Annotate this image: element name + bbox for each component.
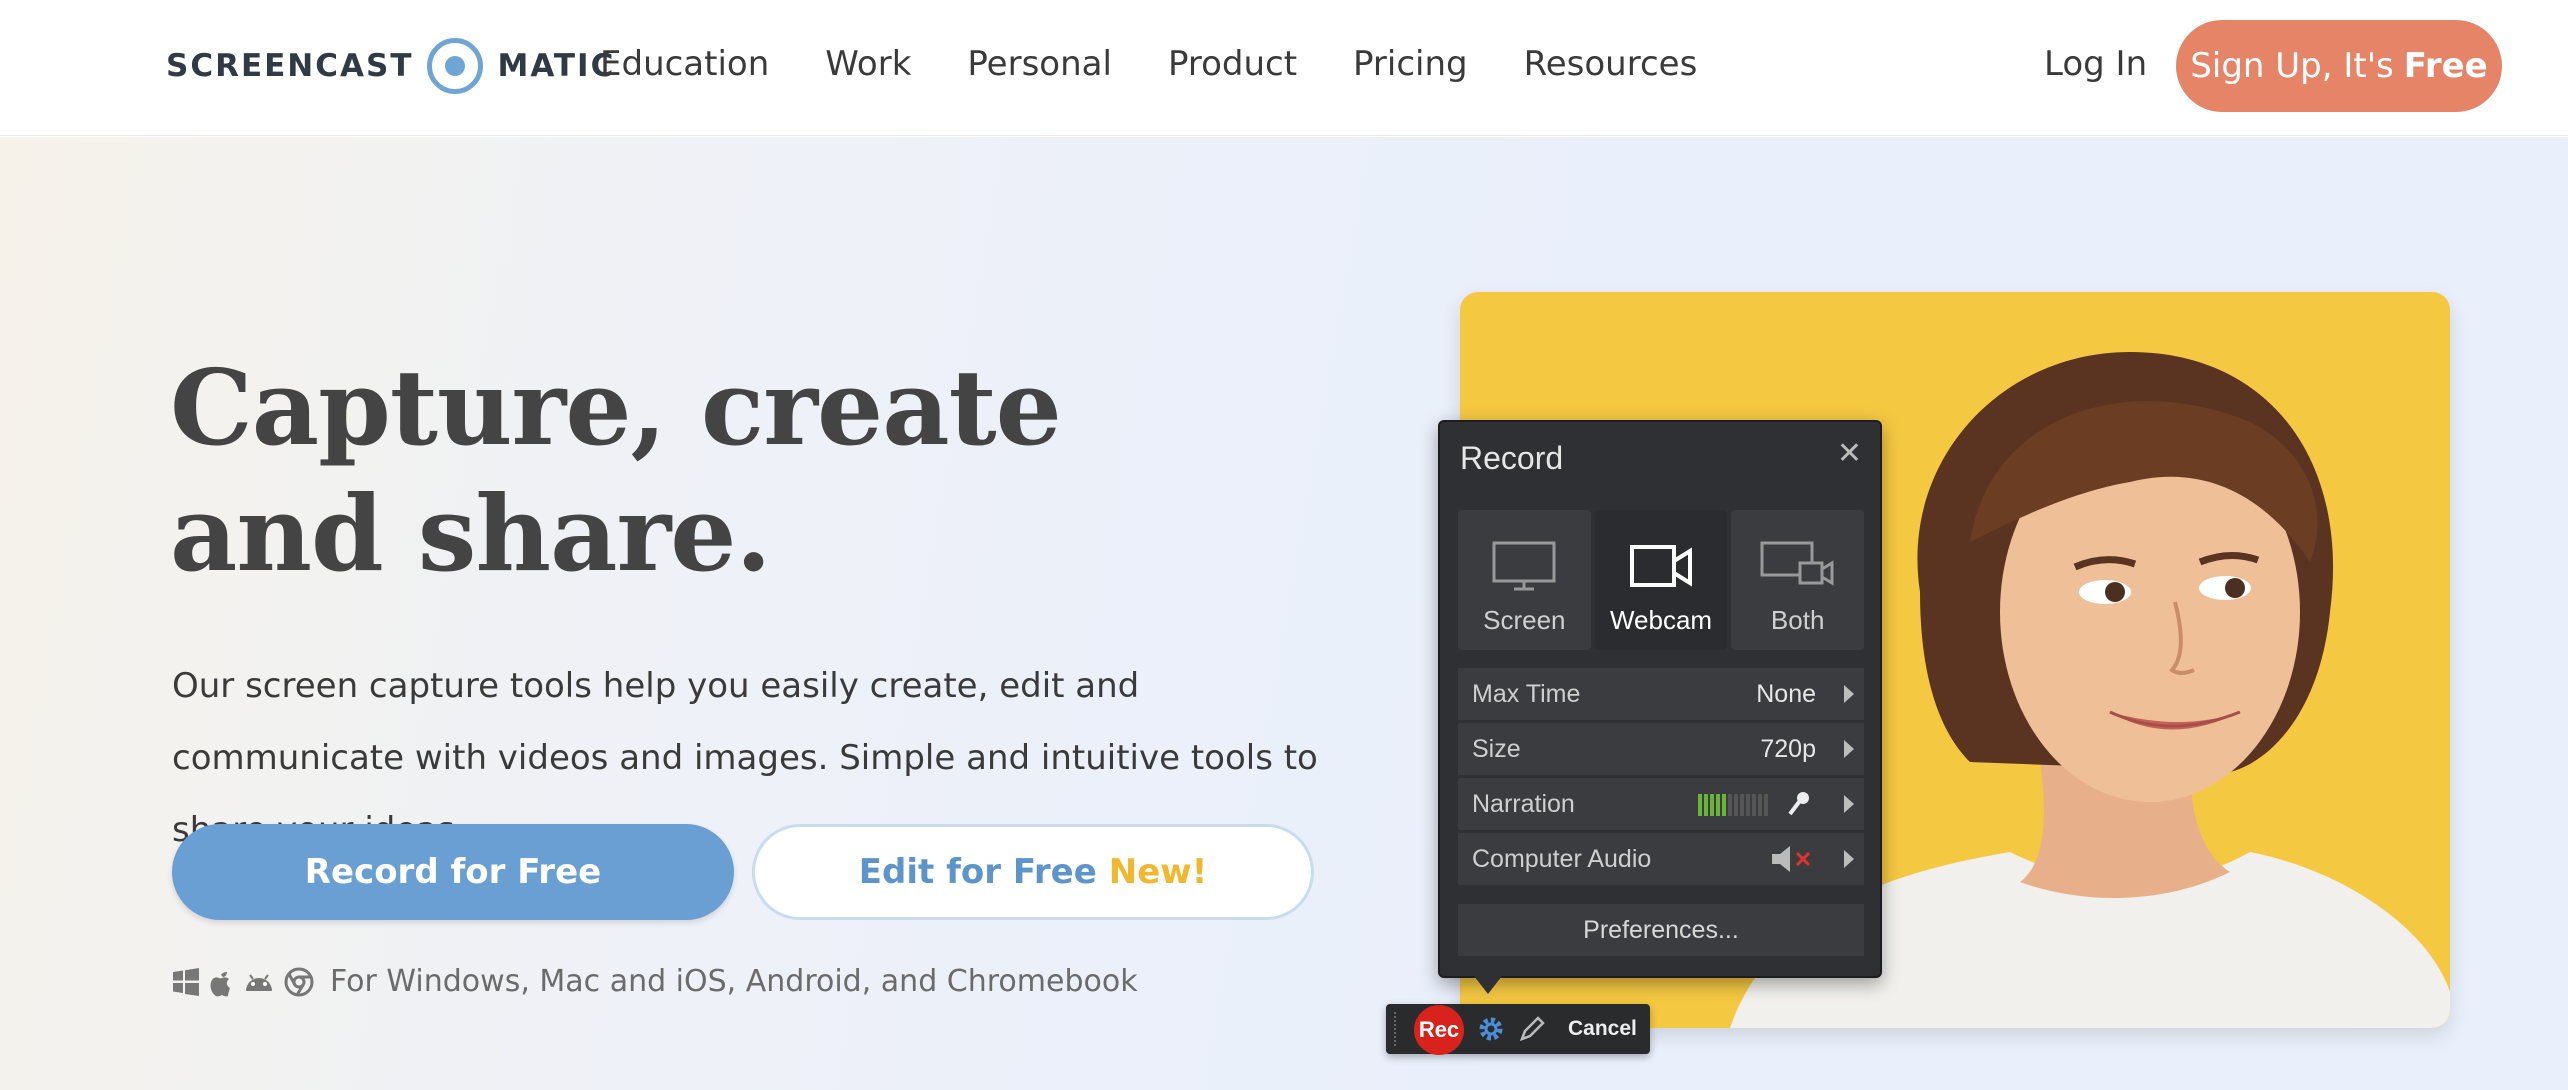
nav-pricing[interactable]: Pricing [1353,44,1468,84]
nav-product[interactable]: Product [1168,44,1297,84]
monitor-icon [1492,541,1556,591]
mode-both-label: Both [1770,605,1825,635]
recording-mode-selector: Screen Webcam Both [1458,510,1865,650]
nav-personal[interactable]: Personal [967,44,1112,84]
max-time-row[interactable]: Max Time None [1458,668,1864,720]
platforms-text: For Windows, Mac and iOS, Android, and C… [330,964,1138,999]
nav-work[interactable]: Work [825,44,911,84]
gear-icon[interactable] [1476,1014,1506,1044]
drag-handle-icon[interactable] [1394,1012,1404,1046]
video-camera-icon [1630,545,1692,587]
speaker-muted-icon [1772,846,1811,872]
mode-screen-label: Screen [1483,605,1566,635]
recorder-settings: Max Time None Size 720p Narration Comput… [1458,668,1864,888]
recording-toolbar: Rec Cancel [1386,1004,1650,1055]
chevron-right-icon [1844,850,1854,868]
max-time-label: Max Time [1472,679,1581,708]
logo[interactable]: SCREENCAST MATIC [166,38,615,94]
hero-headline: Capture, create and share. [170,346,1062,595]
mode-screen[interactable]: Screen [1458,510,1591,650]
new-badge: New! [1108,852,1208,892]
chevron-right-icon [1844,740,1854,758]
nav-resources[interactable]: Resources [1524,44,1698,84]
chrome-icon [284,967,314,997]
pencil-icon[interactable] [1518,1015,1546,1043]
main-nav: Education Work Personal Product Pricing … [600,44,1697,84]
chevron-right-icon [1844,795,1854,813]
logo-text-right: MATIC [497,48,616,84]
nav-education[interactable]: Education [600,44,769,84]
platform-support: For Windows, Mac and iOS, Android, and C… [172,964,1138,999]
narration-row[interactable]: Narration [1458,778,1864,830]
max-time-value: None [1756,679,1816,708]
site-header: SCREENCAST MATIC Education Work Personal… [0,0,2568,136]
narration-label: Narration [1472,789,1575,818]
monitor-camera-icon [1760,541,1834,586]
windows-icon [172,967,200,996]
rec-button[interactable]: Rec [1414,1005,1464,1055]
recorder-title: Record [1460,440,1564,476]
chevron-right-icon [1844,685,1854,703]
size-row[interactable]: Size 720p [1458,723,1864,775]
cancel-button[interactable]: Cancel [1568,1017,1637,1041]
signup-label-bold: Free [2403,46,2488,86]
mode-both[interactable]: Both [1731,510,1865,650]
audio-level-meter [1698,794,1768,816]
apple-icon [208,967,234,997]
recorder-panel: Record ✕ Screen Webcam Both Max Time Non… [1438,420,1882,978]
record-for-free-button[interactable]: Record for Free [172,824,734,920]
signup-button[interactable]: Sign Up, It's Free [2176,20,2502,112]
size-label: Size [1472,734,1521,763]
computer-audio-row[interactable]: Computer Audio [1458,833,1864,885]
signup-label: Sign Up, It's [2190,46,2394,86]
close-icon[interactable]: ✕ [1837,436,1862,471]
preferences-button[interactable]: Preferences... [1458,904,1864,956]
edit-for-free-button[interactable]: Edit for Free New! [752,824,1314,920]
logo-text-left: SCREENCAST [166,48,414,84]
android-icon [242,969,276,995]
mode-webcam-label: Webcam [1609,605,1713,635]
computer-audio-label: Computer Audio [1472,844,1652,873]
logo-mark-icon [427,38,484,94]
mode-webcam[interactable]: Webcam [1594,510,1728,650]
microphone-icon [1788,792,1809,816]
edit-button-label: Edit for Free [858,852,1097,892]
panel-pointer [1474,976,1502,994]
size-value: 720p [1760,734,1816,763]
login-link[interactable]: Log In [2044,44,2147,84]
